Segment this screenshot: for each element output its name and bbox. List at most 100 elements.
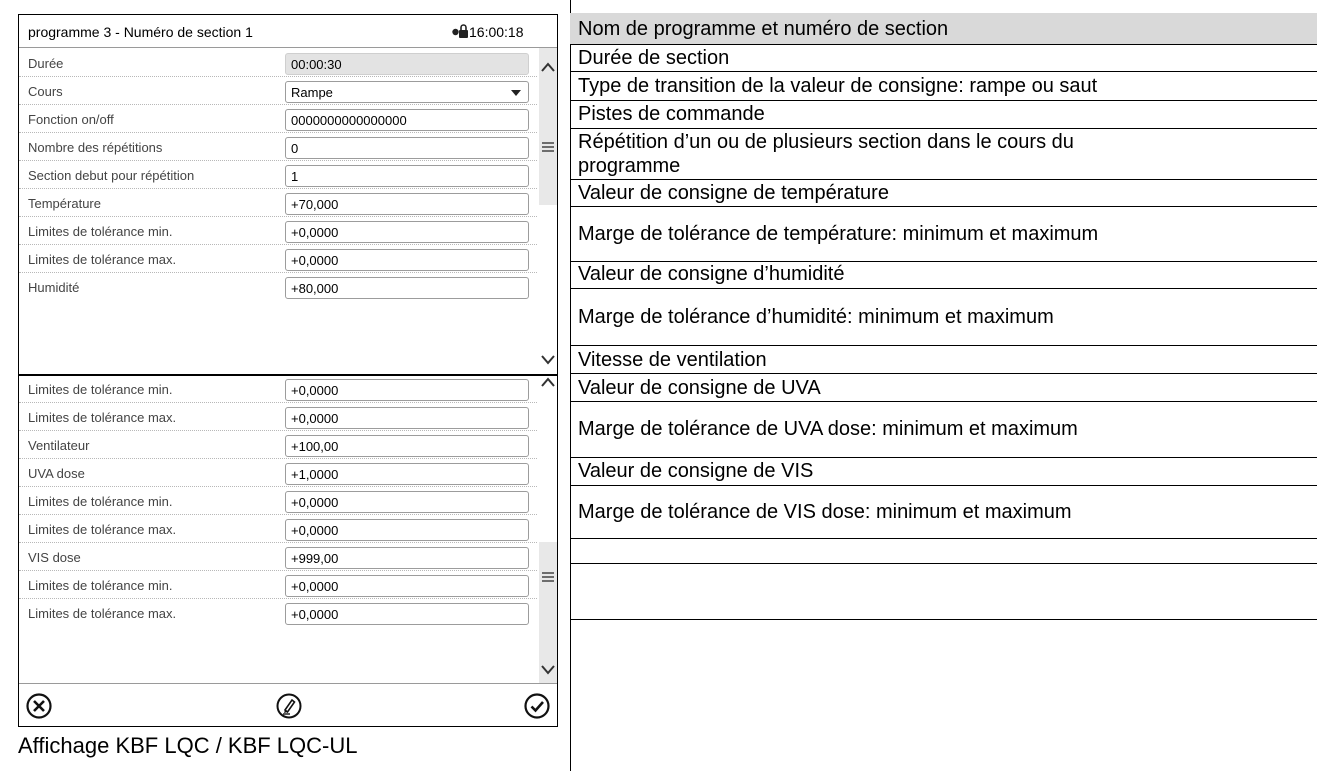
- vis-tol-min-field[interactable]: +0,0000: [285, 575, 529, 597]
- duration-field: 00:00:30: [285, 53, 529, 75]
- table-column-divider: [570, 0, 571, 771]
- hum-tol-min-field[interactable]: +0,0000: [285, 379, 529, 401]
- edit-icon[interactable]: [274, 691, 304, 721]
- row-label: Nombre des répétitions: [28, 140, 163, 155]
- table-row-line: [570, 619, 1317, 620]
- row-fan: Ventilateur +100,00: [19, 432, 537, 459]
- desc-transition-type: Type de transition de la valeur de consi…: [578, 75, 1098, 97]
- fan-field[interactable]: +100,00: [285, 435, 529, 457]
- row-label: Cours: [28, 84, 63, 99]
- title-bar: programme 3 - Numéro de section 1 16:00:…: [19, 15, 557, 48]
- screen-title: programme 3 - Numéro de section 1: [28, 24, 253, 40]
- row-label: Limites de tolérance min.: [28, 494, 173, 509]
- desc-section-duration: Durée de section: [578, 47, 730, 69]
- table-row-line: [570, 345, 1317, 346]
- row-label: Ventilateur: [28, 438, 90, 453]
- row-label: Humidité: [28, 280, 80, 295]
- table-row-line: [570, 206, 1317, 207]
- row-vis-tol-min: Limites de tolérance min. +0,0000: [19, 572, 537, 599]
- row-course: Cours Rampe: [19, 78, 537, 105]
- row-label: UVA dose: [28, 466, 85, 481]
- chevron-up-icon[interactable]: [539, 60, 557, 74]
- row-temperature: Température +70,000: [19, 190, 537, 217]
- row-repetitions: Nombre des répétitions 0: [19, 134, 537, 161]
- chevron-down-icon[interactable]: [539, 353, 557, 367]
- temp-tol-min-field[interactable]: +0,0000: [285, 221, 529, 243]
- row-label: Limites de tolérance max.: [28, 522, 177, 537]
- table-row-line: [570, 563, 1317, 564]
- row-label: Limites de tolérance min.: [28, 382, 173, 397]
- desc-program-name: Nom de programme et numéro de section: [578, 18, 949, 40]
- menu-handle-icon[interactable]: [539, 141, 557, 153]
- clock: 16:00:18: [469, 24, 524, 40]
- row-temp-tol-max: Limites de tolérance max. +0,0000: [19, 246, 537, 273]
- row-uva-dose: UVA dose +1,0000: [19, 460, 537, 487]
- temperature-field[interactable]: +70,000: [285, 193, 529, 215]
- row-start-section: Section debut pour répétition 1: [19, 162, 537, 189]
- table-row-line: [570, 485, 1317, 486]
- row-uva-tol-min: Limites de tolérance min. +0,0000: [19, 488, 537, 515]
- chevron-down-icon[interactable]: [539, 663, 557, 677]
- desc-vis-tolerance: Marge de tolérance de VIS dose: minimum …: [578, 501, 1072, 523]
- start-section-field[interactable]: 1: [285, 165, 529, 187]
- table-row-line: [570, 179, 1317, 180]
- table-row-line: [570, 401, 1317, 402]
- repetitions-field[interactable]: 0: [285, 137, 529, 159]
- table-row-line: [570, 288, 1317, 289]
- uva-tol-min-field[interactable]: +0,0000: [285, 491, 529, 513]
- chevron-up-icon[interactable]: [539, 376, 557, 388]
- desc-repetition: Répétition d’un ou de plusieurs section …: [578, 131, 1074, 153]
- onoff-field[interactable]: 0000000000000000: [285, 109, 529, 131]
- row-label: Limites de tolérance min.: [28, 224, 173, 239]
- desc-vis-setpoint: Valeur de consigne de VIS: [578, 460, 814, 482]
- menu-handle-icon[interactable]: [539, 571, 557, 583]
- check-icon[interactable]: [522, 691, 552, 721]
- scrollbar-empty: [539, 205, 557, 374]
- row-vis-dose: VIS dose +999,00: [19, 544, 537, 571]
- desc-uva-tolerance: Marge de tolérance de UVA dose: minimum …: [578, 418, 1078, 440]
- row-label: Température: [28, 196, 101, 211]
- lock-icon: [452, 24, 468, 38]
- table-row-line: [570, 373, 1317, 374]
- row-label: Fonction on/off: [28, 112, 114, 127]
- figure-caption: Affichage KBF LQC / KBF LQC-UL: [18, 733, 358, 758]
- controller-screen: programme 3 - Numéro de section 1 16:00:…: [18, 14, 558, 727]
- table-row-line: [570, 538, 1317, 539]
- cancel-icon[interactable]: [24, 691, 54, 721]
- table-row-line: [570, 128, 1317, 129]
- row-onoff: Fonction on/off 0000000000000000: [19, 106, 537, 133]
- row-label: Limites de tolérance min.: [28, 578, 173, 593]
- dropdown-caret-icon: [511, 90, 521, 96]
- row-humidity: Humidité +80,000: [19, 274, 537, 301]
- uva-dose-field[interactable]: +1,0000: [285, 463, 529, 485]
- table-row-line: [570, 100, 1317, 101]
- table-row-line: [570, 457, 1317, 458]
- humidity-field[interactable]: +80,000: [285, 277, 529, 299]
- vis-dose-field[interactable]: +999,00: [285, 547, 529, 569]
- hum-tol-max-field[interactable]: +0,0000: [285, 407, 529, 429]
- row-label: Limites de tolérance max.: [28, 252, 177, 267]
- row-label: Section debut pour répétition: [28, 168, 195, 183]
- course-select-value: Rampe: [291, 85, 333, 100]
- temp-tol-max-field[interactable]: +0,0000: [285, 249, 529, 271]
- desc-humidity-setpoint: Valeur de consigne d’humidité: [578, 263, 845, 285]
- row-uva-tol-max: Limites de tolérance max. +0,0000: [19, 516, 537, 543]
- desc-fan-speed: Vitesse de ventilation: [578, 349, 767, 371]
- row-label: Limites de tolérance max.: [28, 410, 177, 425]
- uva-tol-max-field[interactable]: +0,0000: [285, 519, 529, 541]
- table-row-line: [570, 44, 1317, 45]
- row-label: Durée: [28, 56, 64, 71]
- vis-tol-max-field[interactable]: +0,0000: [285, 603, 529, 625]
- desc-temperature-setpoint: Valeur de consigne de température: [578, 182, 889, 204]
- desc-humidity-tolerance: Marge de tolérance d’humidité: minimum e…: [578, 306, 1054, 328]
- desc-uva-setpoint: Valeur de consigne de UVA: [578, 377, 821, 399]
- scrollbar-track[interactable]: [539, 542, 557, 683]
- desc-temperature-tolerance: Marge de tolérance de température: minim…: [578, 223, 1099, 245]
- row-label: Limites de tolérance max.: [28, 606, 177, 621]
- bottom-button-bar: [19, 683, 557, 726]
- scrollbar-empty: [539, 376, 557, 542]
- course-select[interactable]: Rampe: [285, 81, 529, 103]
- desc-control-tracks: Pistes de commande: [578, 103, 765, 125]
- table-row-line: [570, 71, 1317, 72]
- desc-repetition-cont: programme: [578, 155, 681, 177]
